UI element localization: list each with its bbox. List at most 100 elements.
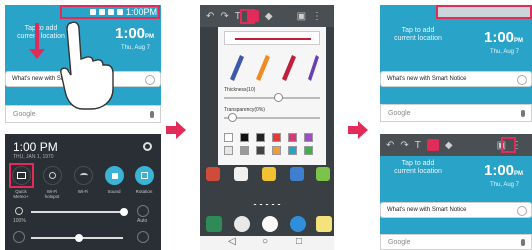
hotspot-icon [49,172,56,179]
transparency-slider-thumb[interactable] [227,113,237,122]
rotation-tile[interactable] [135,166,154,185]
transparency-slider-track[interactable] [224,117,320,119]
swipe-down-arrowhead [29,49,45,59]
page-indicator [252,203,282,206]
color-swatch[interactable] [288,146,297,155]
thickness-label: Thickness(10) [224,87,256,93]
google-label: Google [388,109,411,117]
mic-icon [521,238,525,246]
dock-messages-icon[interactable] [316,216,332,232]
app-icon-5[interactable] [316,167,330,181]
tap-to-add-location[interactable]: Tap to add current location [386,27,450,44]
news-text: What's new with Smart Notice [387,76,467,82]
color-swatch[interactable] [304,133,313,142]
flow-arrow-1-stem [166,126,176,134]
pen-stroke-preview [235,38,311,40]
pen-tool-highlight [240,9,255,24]
app-icon-3[interactable] [262,167,276,181]
clock-date: Thu, Aug 7 [490,182,520,188]
volume-settings-icon[interactable] [137,231,149,243]
thickness-slider-track[interactable] [224,97,320,99]
sound-tile[interactable] [105,166,124,185]
color-swatch[interactable] [304,146,313,155]
settings-gear-icon[interactable] [143,142,152,151]
status-bar-highlight [60,5,160,19]
auto-label: Auto [137,218,148,224]
redo-icon[interactable]: ↷ [400,140,408,151]
brightness-slider-thumb[interactable] [120,208,128,216]
save-icon[interactable]: ▣ [297,11,306,22]
dock-phone-icon[interactable] [206,216,222,232]
recents-icon[interactable]: □ [296,236,302,247]
color-swatch[interactable] [288,133,297,142]
tap-line-2: current location [394,168,442,176]
color-swatch[interactable] [256,133,265,142]
dock-apps-icon[interactable] [262,216,278,232]
app-icon-4[interactable] [290,167,304,181]
panel-time: 1:00 PM [13,140,58,154]
chevron-down-icon [517,75,527,85]
home-screen-panel-4: Tap to add current location 1:00PM Thu, … [380,5,532,122]
quick-tile-label-2: Wi-Fi [77,189,89,194]
eraser-icon[interactable]: ◆ [265,11,273,22]
more-options-icon[interactable]: ⋮ [312,11,322,22]
color-swatch[interactable] [240,146,249,155]
app-icon-2[interactable] [234,167,248,181]
speaker-icon [111,172,118,179]
news-card[interactable]: What's new with Smart Notice [380,202,532,218]
transparency-label: Transparency(0%) [224,107,265,113]
home-icon[interactable]: ○ [262,236,268,247]
auto-brightness-toggle[interactable] [137,205,149,217]
tap-line-2: current location [394,35,442,43]
wifi-hotspot-tile[interactable] [43,166,62,185]
undo-icon[interactable]: ↶ [206,11,214,22]
app-icon-1[interactable] [206,167,220,181]
pen-preview [224,31,320,45]
color-swatch[interactable] [256,146,265,155]
volume-icon [13,231,25,243]
news-card[interactable]: What's new with Smart Notice [380,71,532,87]
color-swatch[interactable] [224,146,233,155]
hand-gesture-icon [60,21,114,110]
color-swatch[interactable] [240,133,249,142]
text-tool-icon[interactable]: T [415,140,421,151]
eraser-icon[interactable]: ◆ [445,140,453,151]
pen-tool-icon[interactable] [426,139,439,151]
notification-panel: 1:00 PM THU, JAN 1, 1970 Quick Memo+ Wi-F… [5,134,161,250]
undo-icon[interactable]: ↶ [386,140,394,151]
pen-options-popup: Thickness(10) Transparency(0%) [218,27,326,165]
color-swatch[interactable] [272,133,281,142]
flow-arrow-2-stem [348,126,358,134]
google-search-bar[interactable]: Google [380,234,532,250]
home-screen-panel-5: ↶ ↷ T ◆ ▣ ⋮ Tap to add current location … [380,134,532,250]
tap-to-add-location[interactable]: Tap to add current location [386,160,450,177]
clock-suffix: PM [145,34,155,40]
clock-time: 1:00PM [484,29,524,46]
color-swatch[interactable] [224,133,233,142]
color-swatch[interactable] [272,146,281,155]
redo-icon[interactable]: ↷ [220,11,228,22]
pen-type-pencil-icon [282,55,296,81]
quick-tile-label-3: Sound [107,189,121,194]
panel-date: THU, JAN 1, 1970 [13,154,54,160]
flow-arrow-2-head [358,121,368,139]
mic-icon [521,109,525,117]
brightness-slider-track[interactable] [31,211,123,213]
wifi-tile[interactable] [74,166,93,185]
google-search-bar[interactable]: Google [380,104,532,122]
pen-type-brush-icon [256,55,270,81]
quickmemo-toolbar: ↶ ↷ T ◆ ▣ ⋮ [200,5,334,27]
volume-slider-thumb[interactable] [75,234,83,242]
google-label: Google [13,110,36,118]
wifi-icon [79,173,88,178]
dock-browser-icon[interactable] [290,216,306,232]
clock-time: 1:00PM [484,162,524,179]
back-icon[interactable]: ◁ [228,236,236,247]
flow-arrow-1-head [176,121,186,139]
thickness-slider-thumb[interactable] [273,93,283,102]
quick-memo-highlight [9,163,34,188]
swipe-down-arrow [35,23,39,51]
clock-date: Thu, Aug 7 [121,45,151,51]
dock-contacts-icon[interactable] [234,216,250,232]
pen-type-marker-icon [230,55,244,81]
